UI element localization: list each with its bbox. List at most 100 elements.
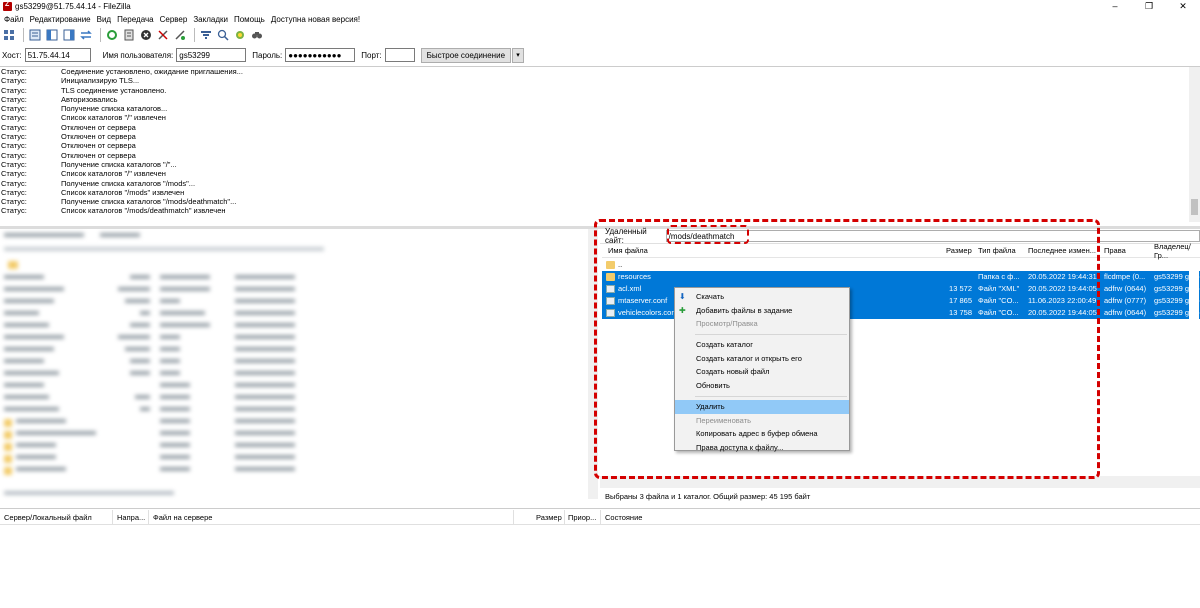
- toolbar-divider: [23, 28, 24, 42]
- log-entry-message: Получение списка каталогов "/mods/deathm…: [61, 197, 237, 207]
- menu-file[interactable]: Файл: [4, 15, 24, 24]
- log-entry: Статус: Получение списка каталогов...: [0, 104, 1200, 113]
- log-entry-message: Получение списка каталогов "/mods"...: [61, 178, 196, 188]
- log-entry-message: Список каталогов "/mods/deathmatch" извл…: [61, 206, 226, 216]
- log-entry: Статус: Отключен от сервера: [0, 151, 1200, 160]
- log-entry-type: Статус:: [1, 197, 27, 207]
- log-entry: Статус: Отключен от сервера: [0, 132, 1200, 141]
- filter-icon[interactable]: [199, 28, 213, 42]
- column-permissions[interactable]: Права: [1104, 246, 1126, 255]
- quickconnect-bar: Хост: Имя пользователя: Пароль: Порт: Бы…: [0, 47, 1200, 63]
- port-label: Порт:: [361, 50, 382, 60]
- remote-vertical-scrollbar[interactable]: [1189, 259, 1199, 474]
- menu-server[interactable]: Сервер: [160, 15, 188, 24]
- window-title: gs53299@51.75.44.14 - FileZilla: [15, 2, 131, 11]
- local-pane[interactable]: [0, 229, 598, 507]
- log-entry: Статус: Список каталогов "/" извлечен: [0, 113, 1200, 122]
- message-log[interactable]: Статус: Соединение установлено, ожидание …: [0, 66, 1200, 222]
- log-entry-message: Отключен от сервера: [61, 141, 136, 151]
- log-entry-message: Соединение установлено, ожидание приглаш…: [61, 67, 243, 76]
- menu-bookmarks[interactable]: Закладки: [193, 15, 228, 24]
- log-rows: Статус: Соединение установлено, ожидание …: [0, 67, 1200, 216]
- window-controls: – ❐ ✕: [1098, 0, 1200, 13]
- quickconnect-button[interactable]: Быстрое соединение: [420, 47, 512, 63]
- transfer-queue[interactable]: Сервер/Локальный файл Напра... Файл на с…: [0, 508, 1200, 608]
- log-entry-message: Авторизовались: [61, 94, 118, 104]
- filezilla-logo-icon: [3, 1, 12, 11]
- log-entry-type: Статус:: [1, 67, 27, 76]
- log-entry: Статус: Получение списка каталогов "/mods…: [0, 179, 1200, 188]
- queue-column-divider: [513, 510, 514, 524]
- port-input[interactable]: [384, 48, 415, 62]
- log-entry-message: Инициализирую TLS...: [61, 76, 140, 86]
- log-entry-type: Статус:: [1, 169, 27, 179]
- log-entry: Статус: TLS соединение установлено.: [0, 86, 1200, 95]
- log-entry: Статус: Список каталогов "/mods/deathmatc…: [0, 206, 1200, 215]
- log-entry-type: Статус:: [1, 76, 27, 86]
- process-queue-icon[interactable]: [122, 28, 136, 42]
- log-entry: Статус: Получение списка каталогов "/"...: [0, 160, 1200, 169]
- password-label: Пароль:: [252, 50, 283, 60]
- site-manager-icon[interactable]: [2, 28, 16, 42]
- queue-column-divider: [112, 510, 113, 524]
- queue-column-divider: [564, 510, 565, 524]
- toggle-compare-icon[interactable]: [216, 28, 230, 42]
- quickconnect-history-dropdown[interactable]: ▾: [512, 47, 525, 63]
- log-entry-message: Получение списка каталогов...: [61, 104, 168, 114]
- log-entry: Статус: Отключен от сервера: [0, 123, 1200, 132]
- local-pane-blurred-content: [0, 229, 335, 499]
- queue-column-status[interactable]: Состояние: [605, 513, 642, 522]
- annotation-highlight-box: [594, 219, 1100, 479]
- minimize-button[interactable]: –: [1098, 0, 1132, 13]
- log-scrollbar-thumb[interactable]: [1191, 199, 1198, 215]
- menu-bar: Файл Редактирование Вид Передача Сервер …: [0, 14, 1200, 25]
- log-entry-message: TLS соединение установлено.: [61, 85, 167, 95]
- log-entry-message: Отключен от сервера: [61, 150, 136, 160]
- host-input[interactable]: [24, 48, 91, 62]
- log-entry-type: Статус:: [1, 132, 27, 142]
- menu-new-version[interactable]: Доступна новая версия!: [271, 15, 360, 24]
- column-owner[interactable]: Владелец/Гр...: [1154, 242, 1200, 260]
- disconnect-icon[interactable]: [156, 28, 170, 42]
- queue-column-server-local[interactable]: Сервер/Локальный файл: [4, 513, 92, 522]
- username-input[interactable]: [176, 48, 247, 62]
- close-window-button[interactable]: ✕: [1166, 0, 1200, 13]
- log-entry-message: Список каталогов "/" извлечен: [61, 169, 166, 179]
- log-entry-type: Статус:: [1, 187, 27, 197]
- toggle-log-icon[interactable]: [28, 28, 42, 42]
- log-entry-type: Статус:: [1, 104, 27, 114]
- queue-column-direction[interactable]: Напра...: [117, 513, 145, 522]
- log-entry-message: Отключен от сервера: [61, 122, 136, 132]
- log-entry-message: Список каталогов "/mods" извлечен: [61, 187, 185, 197]
- cancel-icon[interactable]: [139, 28, 153, 42]
- toggle-queue-icon[interactable]: [79, 28, 93, 42]
- log-entry: Статус: Отключен от сервера: [0, 141, 1200, 150]
- toggle-local-tree-icon[interactable]: [45, 28, 59, 42]
- queue-column-divider: [148, 510, 149, 524]
- log-scrollbar[interactable]: [1189, 67, 1200, 222]
- sync-browse-icon[interactable]: [233, 28, 247, 42]
- log-entry: Статус: Список каталогов "/" извлечен: [0, 169, 1200, 178]
- log-entry: Статус: Список каталогов "/mods" извлечен: [0, 188, 1200, 197]
- queue-column-size[interactable]: Размер: [536, 513, 562, 522]
- password-input[interactable]: [285, 48, 356, 62]
- menu-edit[interactable]: Редактирование: [30, 15, 91, 24]
- menu-view[interactable]: Вид: [97, 15, 111, 24]
- refresh-icon[interactable]: [105, 28, 119, 42]
- toggle-remote-tree-icon[interactable]: [62, 28, 76, 42]
- search-icon[interactable]: [250, 28, 264, 42]
- maximize-button[interactable]: ❐: [1132, 0, 1166, 13]
- log-entry-type: Статус:: [1, 150, 27, 160]
- queue-column-priority[interactable]: Приор...: [568, 513, 596, 522]
- toolbar: [0, 26, 1200, 44]
- title-bar: gs53299@51.75.44.14 - FileZilla – ❐ ✕: [0, 0, 1200, 13]
- remote-status-text: Выбраны 3 файла и 1 каталог. Общий разме…: [605, 492, 811, 501]
- reconnect-icon[interactable]: [173, 28, 187, 42]
- log-entry-type: Статус:: [1, 178, 27, 188]
- log-entry-type: Статус:: [1, 159, 27, 169]
- log-entry-message: Отключен от сервера: [61, 132, 136, 142]
- log-entry-message: Список каталогов "/" извлечен: [61, 113, 166, 123]
- menu-help[interactable]: Помощь: [234, 15, 265, 24]
- menu-transfer[interactable]: Передача: [117, 15, 153, 24]
- queue-column-remote-file[interactable]: Файл на сервере: [153, 513, 212, 522]
